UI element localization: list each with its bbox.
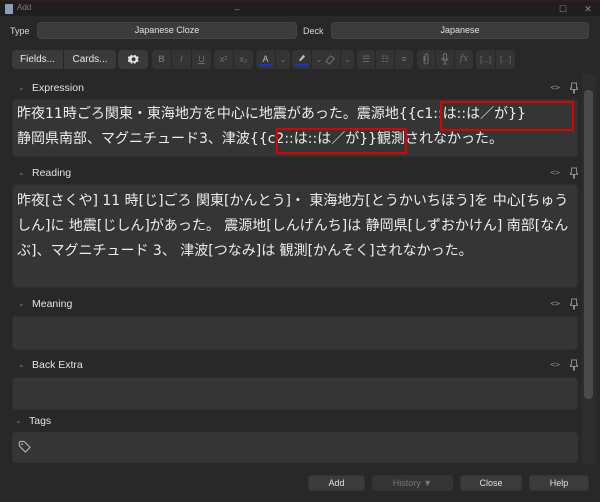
text-color-dropdown[interactable]: ⌄: [276, 50, 290, 69]
settings-button[interactable]: [118, 50, 148, 69]
pin-icon[interactable]: [570, 298, 578, 310]
field-name-meaning: Meaning: [32, 298, 73, 310]
add-button[interactable]: Add: [308, 475, 365, 491]
maximize-button[interactable]: ☐: [553, 2, 573, 16]
cloze-new-button[interactable]: [...]: [476, 50, 495, 69]
note-type-selector[interactable]: Japanese Cloze: [37, 22, 297, 39]
field-input-back-extra[interactable]: [12, 377, 578, 410]
bold-button[interactable]: B: [152, 50, 171, 69]
expression-text-part1: 昨夜11時ごろ関東・東海地方を中心に地震があった。震源地: [17, 106, 399, 122]
chevron-down-icon: ⌄: [279, 54, 287, 64]
unordered-list-icon: ☰: [361, 54, 371, 64]
gear-icon: [127, 54, 139, 64]
subscript-button[interactable]: x₂: [234, 50, 253, 69]
field-name-expression: Expression: [32, 82, 84, 94]
app-icon: [5, 4, 13, 14]
pin-icon[interactable]: [570, 82, 578, 94]
fields-button[interactable]: Fields...: [12, 50, 63, 69]
field-header-back-extra[interactable]: ⌄ Back Extra <>: [10, 358, 580, 374]
pin-icon[interactable]: [570, 167, 578, 179]
chevron-down-icon: ⌄: [343, 54, 352, 64]
editor-scrollbar-thumb[interactable]: [584, 90, 593, 399]
window-title: Add: [17, 3, 32, 12]
html-editor-toggle-icon[interactable]: <>: [550, 360, 560, 369]
tags-label: Tags: [29, 415, 52, 427]
attach-button[interactable]: [417, 50, 435, 69]
note-type-deck-row: Type Japanese Cloze Deck Japanese: [0, 22, 600, 40]
meaning-text: [13, 317, 577, 319]
close-window-button[interactable]: ✕: [578, 2, 598, 16]
cloze-c1-highlight-box: [440, 101, 574, 131]
field-name-back-extra: Back Extra: [32, 359, 83, 371]
italic-icon: I: [180, 54, 183, 64]
html-editor-toggle-icon[interactable]: <>: [550, 168, 560, 177]
superscript-button[interactable]: x²: [214, 50, 233, 69]
highlight-color-button[interactable]: [292, 50, 311, 69]
back-extra-text: [13, 378, 577, 380]
minimize-button-2[interactable]: [518, 2, 538, 16]
type-label: Type: [10, 26, 30, 36]
pin-icon[interactable]: [570, 359, 578, 371]
microphone-icon: [441, 53, 449, 65]
underline-button[interactable]: U: [192, 50, 211, 69]
collapse-chevron-icon[interactable]: ⌄: [18, 360, 25, 369]
bold-icon: B: [158, 54, 165, 64]
cards-button[interactable]: Cards...: [64, 50, 116, 69]
collapse-chevron-icon[interactable]: ⌄: [15, 416, 22, 425]
tags-input[interactable]: [12, 432, 578, 463]
deck-selector[interactable]: Japanese: [331, 22, 589, 39]
ordered-list-button[interactable]: ☷: [376, 50, 394, 69]
close-button[interactable]: Close: [460, 475, 522, 491]
cloze-c2-highlight-box: [276, 128, 407, 154]
field-name-reading: Reading: [32, 167, 72, 179]
field-input-reading[interactable]: 昨夜[さくや] 11 時[じ]ごろ 関東[かんとう]・ 東海地方[とうかいちほう…: [12, 184, 578, 288]
ordered-list-icon: ☷: [380, 54, 390, 64]
collapse-chevron-icon[interactable]: ⌄: [18, 168, 25, 177]
underline-icon: U: [198, 54, 205, 64]
title-bar: Add – ☐ ✕: [0, 0, 600, 16]
eraser-button[interactable]: [321, 50, 340, 69]
field-header-meaning[interactable]: ⌄ Meaning <>: [10, 297, 580, 313]
eraser-dropdown[interactable]: ⌄: [341, 50, 354, 69]
field-header-reading[interactable]: ⌄ Reading <>: [10, 166, 580, 182]
text-color-button[interactable]: A: [256, 50, 275, 69]
cloze-same-button[interactable]: [...]: [496, 50, 515, 69]
paperclip-icon: [423, 53, 429, 65]
history-button[interactable]: History ▼: [372, 475, 453, 491]
expression-text-part2: 静岡県南部、マグニチュード3、津波: [17, 131, 250, 147]
field-header-expression[interactable]: ⌄ Expression <>: [10, 81, 580, 97]
deck-label: Deck: [303, 26, 324, 36]
italic-button[interactable]: I: [172, 50, 191, 69]
collapse-chevron-icon[interactable]: ⌄: [18, 299, 25, 308]
reading-text: 昨夜[さくや] 11 時[じ]ごろ 関東[かんとう]・ 東海地方[とうかいちほう…: [17, 193, 569, 259]
unordered-list-button[interactable]: ☰: [357, 50, 375, 69]
align-icon: ≡: [401, 54, 407, 64]
eraser-icon: [325, 55, 335, 65]
highlight-color-swatch: [295, 64, 308, 66]
html-editor-toggle-icon[interactable]: <>: [550, 83, 560, 92]
help-button[interactable]: Help: [529, 475, 589, 491]
tag-icon: [18, 440, 31, 453]
html-editor-toggle-icon[interactable]: <>: [550, 299, 560, 308]
collapse-chevron-icon[interactable]: ⌄: [18, 83, 25, 92]
record-audio-button[interactable]: [436, 50, 454, 69]
field-input-meaning[interactable]: [12, 316, 578, 350]
minimize-button[interactable]: –: [227, 2, 247, 16]
tags-header[interactable]: ⌄ Tags: [10, 414, 580, 430]
highlighter-icon: [298, 54, 306, 62]
alignment-button[interactable]: ≡: [395, 50, 413, 69]
text-color-swatch: [259, 64, 272, 66]
math-button[interactable]: fx: [455, 50, 473, 69]
